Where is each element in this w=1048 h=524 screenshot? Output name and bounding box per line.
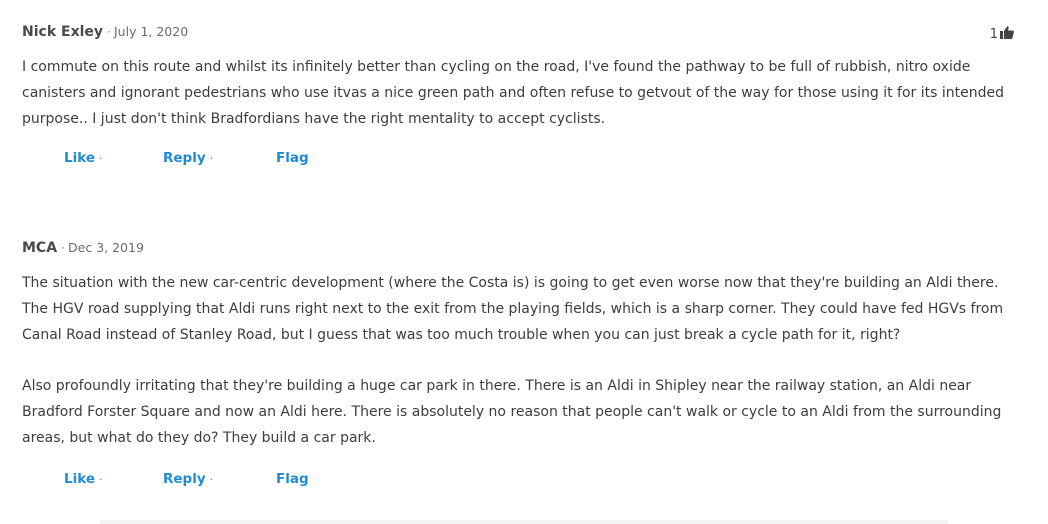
comment-author[interactable]: Nick Exley <box>22 24 103 40</box>
comment: MCA · Dec 3, 2019 The situation with the … <box>22 240 1018 491</box>
comment-meta: MCA · Dec 3, 2019 <box>22 240 1018 260</box>
like-button[interactable]: Like · <box>64 150 103 166</box>
comment-meta: Nick Exley · July 1, 2020 <box>22 24 1018 44</box>
comment-paragraph: I commute on this route and whilst its i… <box>22 59 1004 127</box>
flag-button[interactable]: Flag <box>276 150 309 166</box>
comment-paragraph: The situation with the new car-centric d… <box>22 275 1004 343</box>
comment-body: The situation with the new car-centric d… <box>22 270 1018 451</box>
comment-date: Dec 3, 2019 <box>68 240 144 255</box>
comment-author[interactable]: MCA <box>22 240 57 256</box>
comment-date: July 1, 2020 <box>114 24 189 39</box>
divider <box>100 520 948 524</box>
reply-button[interactable]: Reply · <box>163 471 213 487</box>
separator: · <box>107 24 111 39</box>
reply-button[interactable]: Reply · <box>163 150 213 166</box>
comment-paragraph: Also profoundly irritating that they're … <box>22 378 1002 446</box>
comment: Nick Exley · July 1, 2020 1 I commute on … <box>22 24 1018 170</box>
flag-button[interactable]: Flag <box>276 471 309 487</box>
like-button[interactable]: Like · <box>64 471 103 487</box>
thumbs-up-icon <box>998 26 1014 43</box>
comment-date-wrap: · July 1, 2020 <box>107 24 188 39</box>
comment-actions: Like · Reply · Flag <box>22 471 1018 491</box>
separator: · <box>61 240 66 255</box>
comment-body: I commute on this route and whilst its i… <box>22 54 1018 132</box>
like-count: 1 <box>989 27 998 42</box>
comment-date-wrap: · Dec 3, 2019 <box>61 240 144 255</box>
like-count-badge[interactable]: 1 <box>990 26 1014 43</box>
comment-actions: Like · Reply · Flag <box>22 150 1018 170</box>
